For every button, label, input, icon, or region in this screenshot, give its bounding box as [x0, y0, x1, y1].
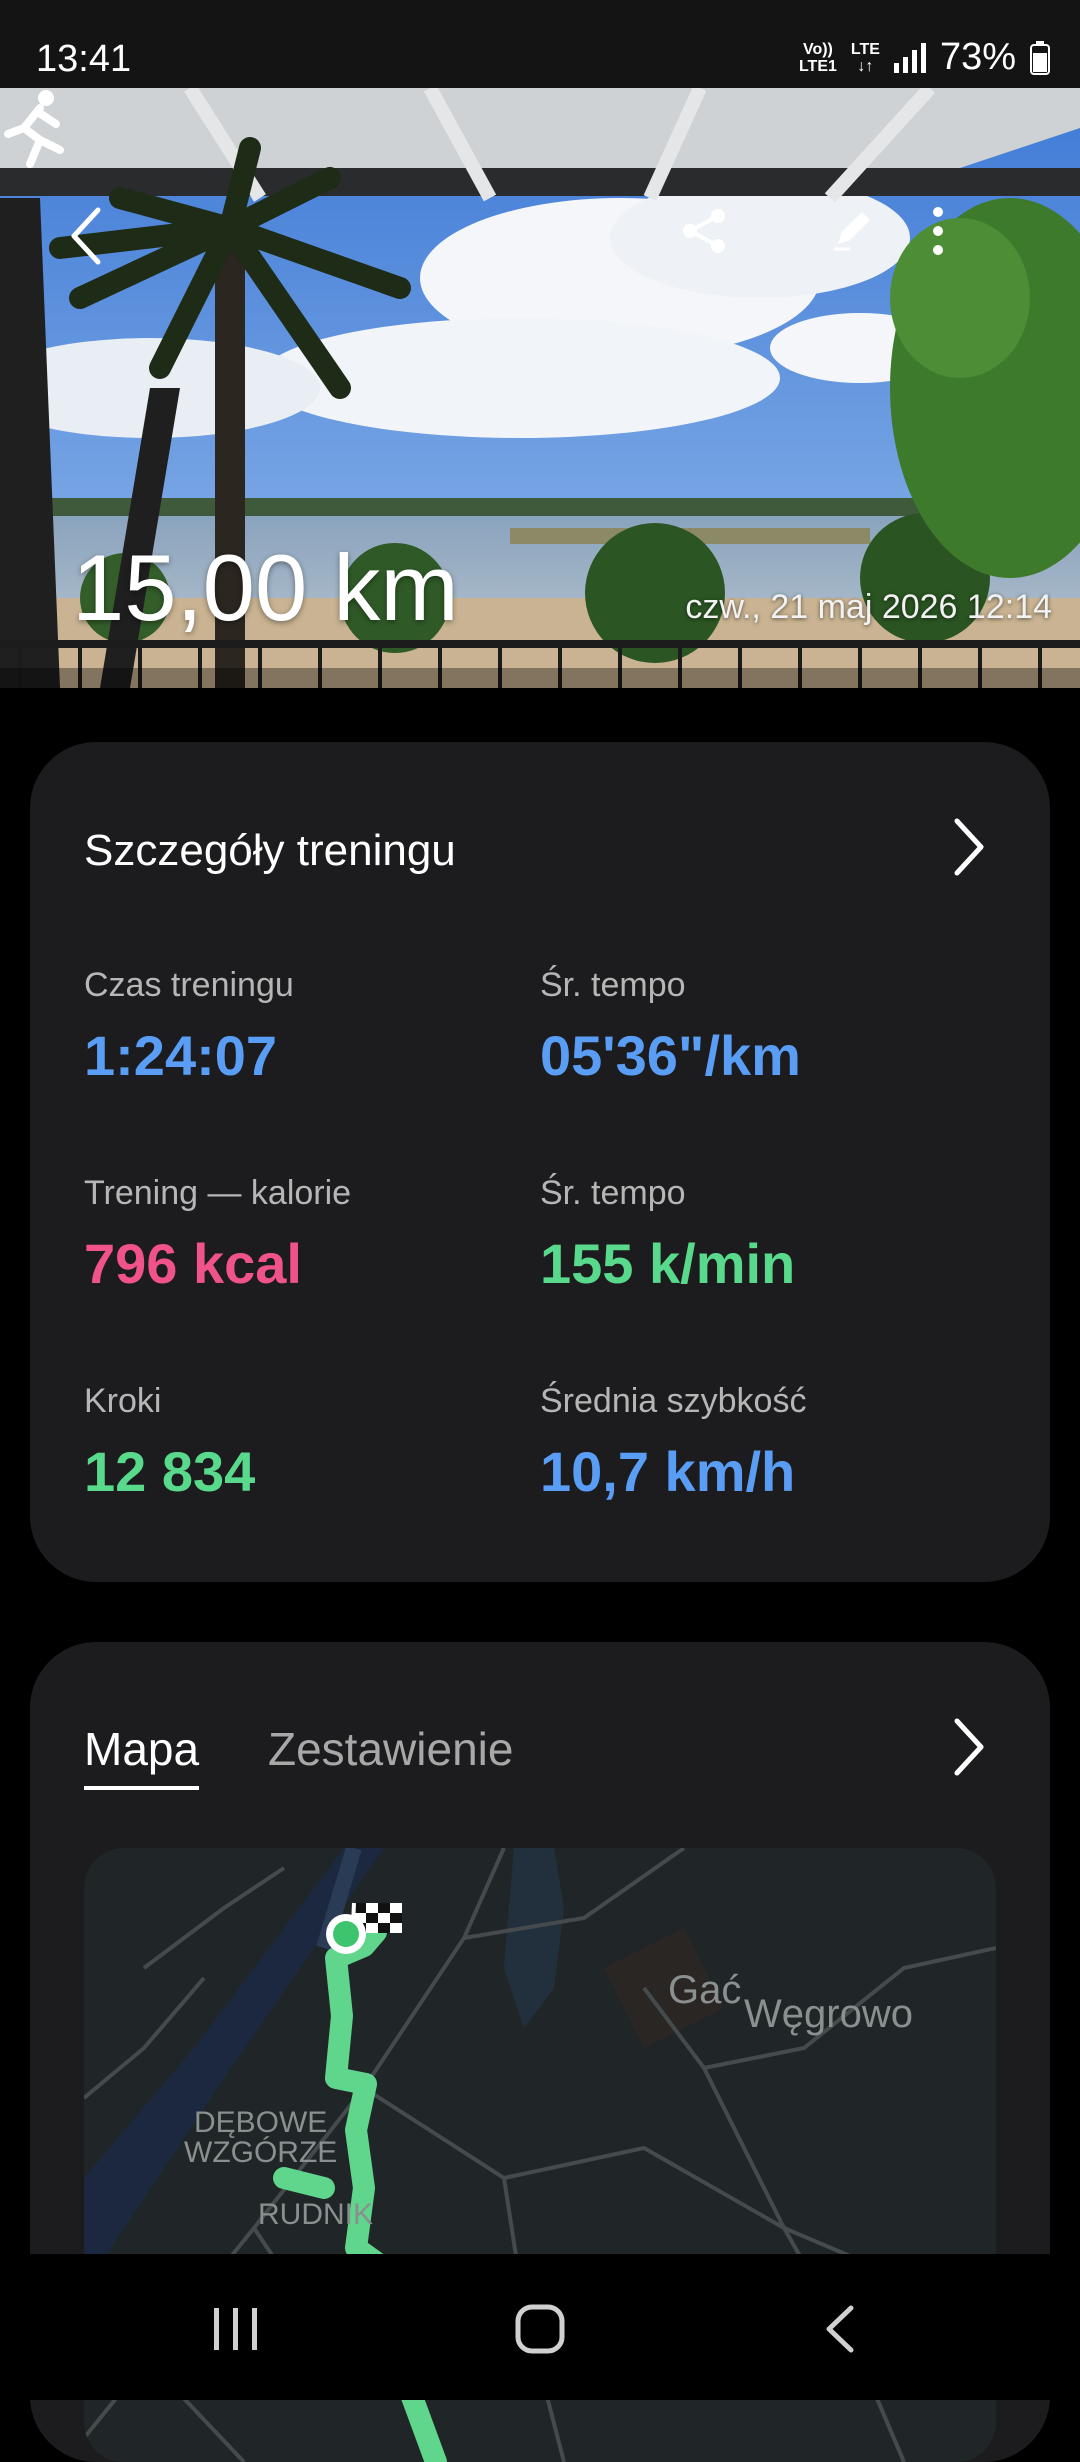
- recent-apps-button[interactable]: [176, 2284, 296, 2374]
- edit-icon: [834, 212, 870, 251]
- back-icon: [71, 207, 101, 265]
- status-time: 13:41: [36, 38, 132, 80]
- recent-apps-icon: [214, 2308, 257, 2350]
- workout-details-card: Szczegóły treningu Czas treningu 1:24:07…: [30, 742, 1050, 1582]
- details-title: Szczegóły treningu: [84, 826, 456, 875]
- lte1-label: LTE1: [798, 57, 837, 75]
- stat-cadence: Śr. tempo 155 k/min: [540, 1174, 980, 1296]
- status-bar: 13:41 Vo)) LTE1 LTE ↓↑ 73%: [0, 0, 1080, 88]
- volte-indicator: Vo)) LTE1: [799, 41, 837, 75]
- stat-label: Czas treningu: [84, 966, 294, 1004]
- stat-value: 796 kcal: [84, 1232, 302, 1295]
- stat-label: Śr. tempo: [540, 966, 686, 1004]
- battery-icon: [1030, 40, 1050, 75]
- stat-value: 05'36"/km: [540, 1024, 801, 1087]
- details-open-button[interactable]: [934, 812, 1004, 882]
- chevron-right-icon: [954, 1718, 984, 1776]
- more-button[interactable]: [932, 206, 1012, 286]
- nav-back-icon: [826, 2305, 854, 2353]
- chevron-right-icon: [954, 818, 984, 876]
- data-arrows-icon: ↓↑: [857, 57, 874, 75]
- map-label-debowe: DĘBOWE WZGÓRZE: [184, 2108, 337, 2168]
- stat-value: 10,7 km/h: [540, 1440, 796, 1503]
- map-open-button[interactable]: [934, 1712, 1004, 1782]
- battery-percent: 73%: [939, 36, 1016, 78]
- map-label-debowe-line1: DĘBOWE: [193, 2106, 328, 2139]
- status-indicators: Vo)) LTE1 LTE ↓↑ 73%: [799, 36, 1050, 79]
- workout-distance: 15,00 km: [72, 535, 459, 640]
- stat-steps: Kroki 12 834: [84, 1382, 524, 1504]
- volte-label: Vo)): [802, 40, 833, 58]
- lte-label: LTE: [850, 40, 880, 58]
- stat-label: Śr. tempo: [540, 1174, 686, 1212]
- stat-label: Kroki: [84, 1382, 162, 1420]
- stat-value: 1:24:07: [84, 1024, 278, 1087]
- back-button[interactable]: [66, 206, 146, 286]
- map-label-gac: Gać: [668, 1968, 742, 2012]
- signal-icon: [893, 42, 926, 73]
- stat-value: 155 k/min: [540, 1232, 796, 1295]
- stat-duration: Czas treningu 1:24:07: [84, 966, 524, 1088]
- map-label-debowe-line2: WZGÓRZE: [184, 2136, 338, 2169]
- stat-avg-speed: Średnia szybkość 10,7 km/h: [540, 1382, 980, 1504]
- map-label-wegrowo: Węgrowo: [744, 1992, 913, 2036]
- stat-calories: Trening — kalorie 796 kcal: [84, 1174, 524, 1296]
- nav-back-button[interactable]: [780, 2284, 900, 2374]
- tab-map[interactable]: Mapa: [84, 1722, 200, 1790]
- stat-avg-pace: Śr. tempo 05'36"/km: [540, 966, 980, 1088]
- share-icon: [683, 209, 725, 253]
- running-icon: [4, 90, 64, 168]
- map-label-rudnik: RUDNIK: [258, 2198, 374, 2231]
- tab-summary[interactable]: Zestawienie: [268, 1722, 513, 1786]
- edit-button[interactable]: [830, 206, 910, 286]
- more-icon: [933, 207, 943, 255]
- lte-indicator: LTE ↓↑: [851, 41, 880, 75]
- stat-label: Średnia szybkość: [540, 1382, 807, 1420]
- system-nav-bar: [0, 2254, 1080, 2400]
- workout-photo: 15,00 km czw., 21 maj 2026 12:14: [0, 88, 1080, 688]
- stat-label: Trening — kalorie: [84, 1174, 352, 1212]
- home-button[interactable]: [480, 2284, 600, 2374]
- home-icon: [515, 2304, 565, 2354]
- share-button[interactable]: [680, 206, 760, 286]
- workout-date: czw., 21 maj 2026 12:14: [685, 588, 1052, 626]
- stat-value: 12 834: [84, 1440, 256, 1503]
